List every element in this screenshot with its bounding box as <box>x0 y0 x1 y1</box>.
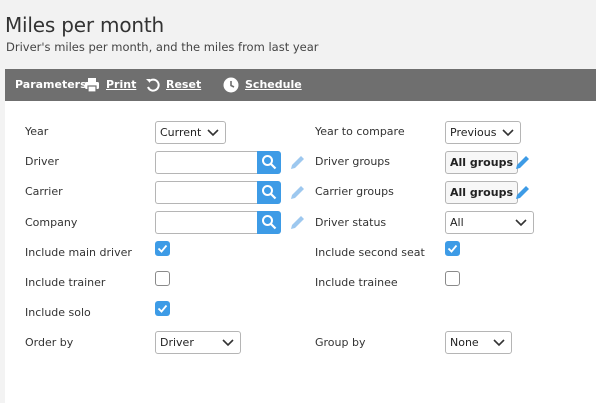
include-second-seat-label: Include second seat <box>315 246 425 259</box>
include-trainer-checkbox[interactable] <box>155 271 170 286</box>
pencil-icon[interactable] <box>514 184 531 201</box>
order-by-label: Order by <box>25 336 74 349</box>
reset-link[interactable]: Reset <box>166 69 201 101</box>
pencil-icon[interactable] <box>289 154 306 171</box>
driver-input[interactable] <box>155 151 257 174</box>
include-trainee-label: Include trainee <box>315 276 398 289</box>
company-label: Company <box>25 216 78 229</box>
chevron-down-icon <box>207 129 219 137</box>
pencil-icon[interactable] <box>289 214 306 231</box>
search-icon <box>262 155 277 170</box>
company-search-button[interactable] <box>257 211 281 234</box>
include-trainer-label: Include trainer <box>25 276 106 289</box>
checkmark-icon <box>157 244 168 253</box>
driver-label: Driver <box>25 155 59 168</box>
checkmark-icon <box>157 304 168 313</box>
carrier-search-button[interactable] <box>257 181 281 204</box>
include-solo-label: Include solo <box>25 306 91 319</box>
year-select[interactable]: Current <box>155 121 226 144</box>
year-to-compare-label: Year to compare <box>315 125 405 138</box>
carrier-input[interactable] <box>155 181 257 204</box>
clock-icon[interactable] <box>223 77 239 93</box>
year-to-compare-select[interactable]: Previous <box>445 121 521 144</box>
year-select-value: Current <box>160 126 202 139</box>
printer-icon[interactable] <box>84 77 100 93</box>
group-by-select[interactable]: None <box>445 331 512 354</box>
include-main-driver-label: Include main driver <box>25 246 132 259</box>
include-trainee-checkbox[interactable] <box>445 271 460 286</box>
checkmark-icon <box>447 244 458 253</box>
print-link[interactable]: Print <box>106 69 136 101</box>
toolbar: Parameters Print Reset Schedule <box>5 69 596 101</box>
driver-groups-button[interactable]: All groups <box>445 151 518 174</box>
page-header: Miles per month Driver's miles per month… <box>0 0 596 68</box>
search-icon <box>262 215 277 230</box>
chevron-down-icon <box>493 339 505 347</box>
reset-icon[interactable] <box>145 77 161 93</box>
driver-groups-label: Driver groups <box>315 155 391 168</box>
carrier-groups-button[interactable]: All groups <box>445 181 518 204</box>
chevron-down-icon <box>502 129 514 137</box>
search-icon <box>262 185 277 200</box>
chevron-down-icon <box>515 219 527 227</box>
order-by-select[interactable]: Driver <box>155 331 241 354</box>
order-by-value: Driver <box>160 336 194 349</box>
schedule-link[interactable]: Schedule <box>245 69 302 101</box>
page-title: Miles per month <box>5 13 164 37</box>
year-label: Year <box>25 125 49 138</box>
parameters-label: Parameters <box>15 78 87 91</box>
include-solo-checkbox[interactable] <box>155 301 170 316</box>
driver-status-label: Driver status <box>315 216 387 229</box>
page-subtitle: Driver's miles per month, and the miles … <box>6 40 319 54</box>
company-input[interactable] <box>155 211 257 234</box>
driver-search-button[interactable] <box>257 151 281 174</box>
carrier-groups-label: Carrier groups <box>315 185 394 198</box>
group-by-value: None <box>450 336 479 349</box>
include-main-driver-checkbox[interactable] <box>155 241 170 256</box>
group-by-label: Group by <box>315 336 366 349</box>
pencil-icon[interactable] <box>289 184 306 201</box>
carrier-label: Carrier <box>25 185 63 198</box>
driver-status-value: All <box>450 216 464 229</box>
driver-status-select[interactable]: All <box>445 211 534 234</box>
include-second-seat-checkbox[interactable] <box>445 241 460 256</box>
pencil-icon[interactable] <box>514 154 531 171</box>
parameters-panel: Year Current Year to compare Previous Dr… <box>5 101 596 403</box>
chevron-down-icon <box>222 339 234 347</box>
year-to-compare-value: Previous <box>450 126 497 139</box>
